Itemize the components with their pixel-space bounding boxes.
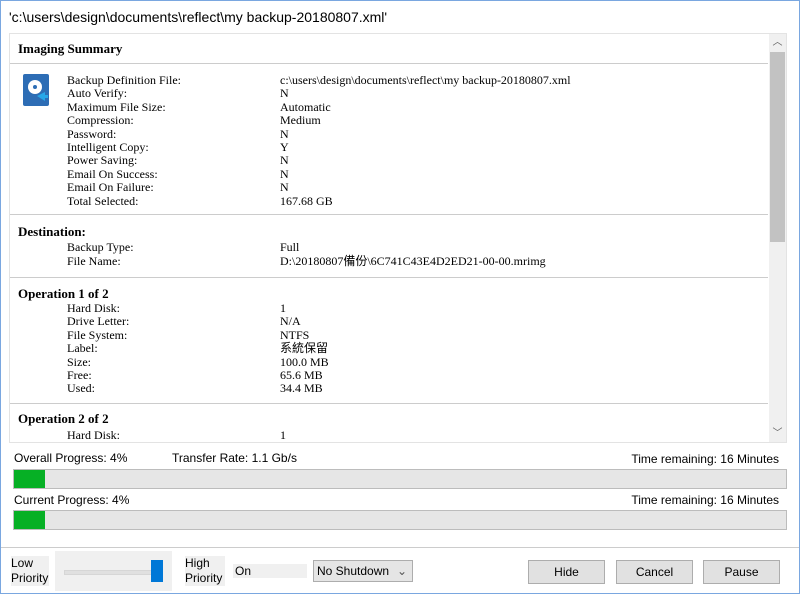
field-value: Medium: [280, 113, 321, 128]
field-label: Auto Verify:: [67, 86, 128, 101]
field-label: Compression:: [67, 113, 134, 128]
current-time-remaining: Time remaining: 16 Minutes: [631, 493, 779, 507]
imaging-summary-heading: Imaging Summary: [18, 41, 123, 56]
scroll-down-icon[interactable]: ﹀: [769, 425, 786, 442]
field-label: Total Selected:: [67, 193, 139, 208]
high-priority-label: High Priority: [185, 556, 225, 586]
overall-progress-bar: [13, 469, 787, 489]
disk-image-icon: [23, 74, 49, 106]
field-value: N: [280, 126, 289, 141]
field-label: Intelligent Copy:: [67, 140, 149, 154]
field-label: Free:: [67, 368, 92, 382]
current-progress-label: Current Progress: 4%: [14, 493, 130, 507]
field-value: c:\users\design\documents\reflect\my bac…: [280, 73, 571, 87]
field-value: N: [280, 166, 289, 181]
field-label: Password:: [67, 126, 117, 141]
field-value: 34.4 MB: [280, 381, 323, 396]
field-value: N: [280, 153, 289, 168]
overall-progress-fill: [14, 470, 45, 488]
hide-button[interactable]: Hide: [528, 560, 605, 584]
divider: [1, 547, 799, 548]
slider-thumb[interactable]: [151, 560, 163, 582]
summary-panel: Imaging Summary Backup Definition File: c…: [9, 33, 787, 443]
status-on-text: On: [233, 564, 307, 578]
field-value: N/A: [280, 314, 301, 329]
current-progress-fill: [14, 511, 45, 529]
field-label: Size:: [67, 354, 91, 369]
field-label: Power Saving:: [67, 153, 138, 168]
scroll-up-icon[interactable]: ︿: [769, 34, 786, 51]
field-label: Maximum File Size:: [67, 99, 166, 114]
transfer-rate: Transfer Rate: 1.1 Gb/s: [172, 451, 297, 465]
field-value: Full: [280, 240, 300, 254]
overall-time-remaining: Time remaining: 16 Minutes: [631, 452, 779, 466]
pause-button[interactable]: Pause: [703, 560, 780, 584]
field-value: 系統保留: [280, 341, 329, 356]
divider: [10, 214, 768, 215]
field-label: Email On Failure:: [67, 180, 154, 195]
scrollbar-thumb[interactable]: [770, 52, 785, 242]
field-value: 100.0 MB: [280, 354, 329, 369]
priority-slider[interactable]: [55, 551, 172, 591]
field-value: 1: [280, 428, 286, 442]
destination-heading: Destination:: [18, 224, 86, 239]
field-value: NTFS: [280, 327, 310, 342]
shutdown-select[interactable]: No Shutdown ⌄: [313, 560, 413, 582]
field-label: File Name:: [67, 254, 121, 268]
window-title: 'c:\users\design\documents\reflect\my ba…: [9, 9, 388, 25]
field-value: N: [280, 86, 289, 101]
field-value: D:\20180807備份\6C741C43E4D2ED21-00-00.mri…: [280, 254, 546, 268]
divider: [10, 403, 768, 404]
field-label: Backup Definition File:: [67, 73, 181, 87]
window: 'c:\users\design\documents\reflect\my ba…: [0, 0, 800, 594]
operation-1-heading: Operation 1 of 2: [18, 286, 109, 301]
field-label: File System:: [67, 327, 128, 342]
field-label: Backup Type:: [67, 240, 134, 254]
field-label: Hard Disk:: [67, 428, 120, 442]
field-value: 167.68 GB: [280, 193, 333, 208]
field-value: Y: [280, 140, 289, 154]
field-label: Drive Letter:: [67, 314, 130, 329]
field-value: Automatic: [280, 99, 331, 114]
overall-progress-label: Overall Progress: 4%: [14, 451, 128, 465]
vertical-scrollbar[interactable]: ︿ ﹀: [769, 34, 786, 442]
field-label: Hard Disk:: [67, 301, 120, 315]
field-label: Email On Success:: [67, 166, 158, 181]
divider: [10, 277, 768, 278]
current-progress-bar: [13, 510, 787, 530]
field-value: N: [280, 180, 289, 195]
low-priority-label: Low Priority: [11, 556, 49, 586]
cancel-button[interactable]: Cancel: [616, 560, 693, 584]
field-label: Used:: [67, 381, 95, 396]
divider: [10, 63, 768, 64]
field-value: 65.6 MB: [280, 368, 323, 382]
shutdown-value: No Shutdown: [317, 564, 390, 578]
operation-2-heading: Operation 2 of 2: [18, 411, 109, 426]
field-value: 1: [280, 301, 286, 315]
field-label: Label:: [67, 341, 98, 356]
chevron-down-icon: ⌄: [396, 564, 407, 578]
